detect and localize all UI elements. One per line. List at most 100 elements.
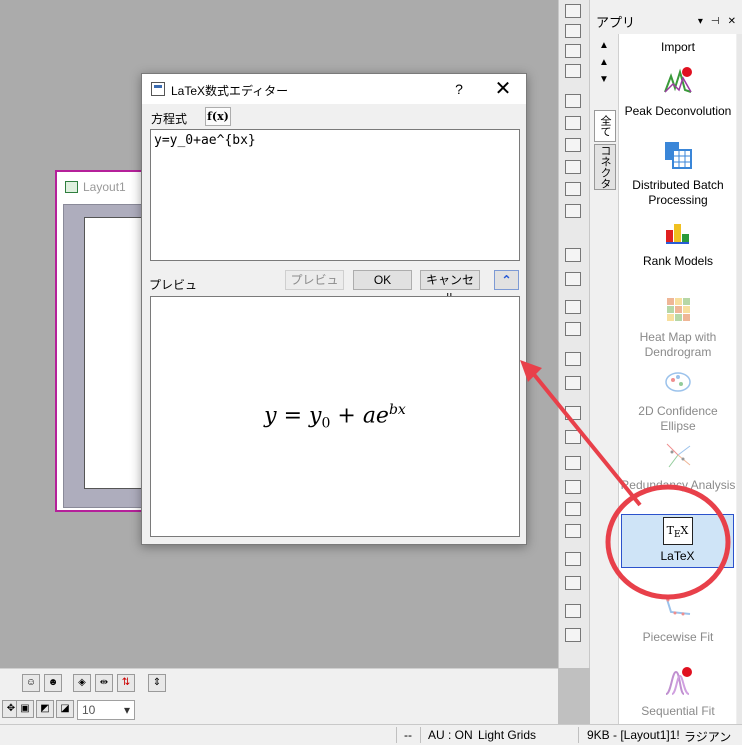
strip-icon-6[interactable]: [565, 116, 581, 130]
strip-icon-16[interactable]: [565, 376, 581, 390]
peak-deconvolution-icon: [664, 67, 692, 93]
strip-icon-5[interactable]: [565, 94, 581, 108]
dialog-title: LaTeX数式エディター: [171, 84, 289, 98]
dialog-titlebar[interactable]: LaTeX数式エディター ? ✕: [142, 74, 526, 104]
align-icon[interactable]: ⇅: [117, 674, 135, 692]
help-button[interactable]: ?: [449, 78, 469, 100]
distribute-icon[interactable]: ⇹: [95, 674, 113, 692]
function-insert-button[interactable]: f(x): [205, 107, 231, 126]
status-bar: -- AU : ON Light Grids 9KB - [Layout1]1!…: [0, 724, 742, 745]
strip-icon-19[interactable]: [565, 456, 581, 470]
strip-icon-10[interactable]: [565, 204, 581, 218]
strip-icon-3[interactable]: [565, 44, 581, 58]
strip-icon-14[interactable]: [565, 322, 581, 336]
panel-menu-icon[interactable]: ▾: [698, 16, 703, 27]
layout-window[interactable]: Layout1: [55, 170, 155, 512]
panel-close-icon[interactable]: ✕: [728, 16, 736, 27]
status-divider: [396, 727, 397, 743]
strip-icon-23[interactable]: [565, 552, 581, 566]
strip-icon-12[interactable]: [565, 272, 581, 286]
status-grid[interactable]: Light Grids: [478, 728, 536, 742]
layout-title-text: Layout1: [83, 180, 126, 194]
app-latex[interactable]: TEX LaTeX: [621, 514, 734, 568]
tab-connectors[interactable]: コネクタ: [594, 144, 616, 190]
panel-scroll-buttons: ▲ ▲ ▼: [596, 40, 612, 100]
status-auto-update[interactable]: AU : ON: [428, 728, 473, 742]
heatmap-icon: [667, 298, 690, 321]
preview-button[interactable]: プレビュー: [285, 270, 344, 305]
cancel-button[interactable]: キャンセル: [420, 270, 480, 305]
app-label: Rank Models: [642, 254, 714, 268]
app-label: Piecewise Fit: [642, 630, 714, 644]
formula-exponent: bx: [388, 402, 406, 418]
app-redundancy-analysis[interactable]: Redundancy Analysis: [619, 440, 737, 493]
status-info: 9KB - [Layout1]1!: [587, 728, 680, 742]
confidence-ellipse-icon: [665, 372, 691, 392]
toolbar-icon-2[interactable]: ☻: [44, 674, 62, 692]
apps-panel-title: アプリ: [596, 14, 636, 30]
group-icon[interactable]: ▣: [16, 700, 34, 718]
strip-icon-4[interactable]: [565, 64, 581, 78]
bottom-toolbars: ☺ ☻ ◈ ⇹ ⇅ ⇕ ✥ ▣ ◩ ◪ 10: [0, 668, 558, 724]
formula-lhs: y: [264, 403, 277, 429]
layout-page[interactable]: [84, 217, 144, 489]
app-import[interactable]: Import: [619, 40, 737, 55]
strip-icon-20[interactable]: [565, 480, 581, 494]
shield-icon[interactable]: ◈: [73, 674, 91, 692]
layout-titlebar[interactable]: Layout1: [57, 172, 153, 202]
sequential-fit-icon: [665, 667, 692, 695]
font-size-select[interactable]: 10: [77, 700, 135, 720]
formula-y: y: [309, 403, 322, 429]
app-piecewise-fit[interactable]: Piecewise Fit: [619, 592, 737, 645]
app-2d-confidence-ellipse[interactable]: 2D Confidence Ellipse: [619, 366, 737, 434]
dialog-app-icon: [151, 82, 165, 96]
panel-scrollbar[interactable]: [737, 34, 742, 724]
app-label: 2D Confidence Ellipse: [638, 404, 718, 433]
status-dashes: --: [404, 728, 412, 742]
app-distributed-batch-processing[interactable]: Distributed Batch Processing: [619, 140, 737, 208]
equation-input[interactable]: y=y_0+ae^{bx}: [150, 129, 520, 261]
strip-icon-8[interactable]: [565, 160, 581, 174]
resize-icon[interactable]: ⇕: [148, 674, 166, 692]
strip-icon-1[interactable]: [565, 4, 581, 18]
app-heat-map-dendrogram[interactable]: Heat Map with Dendrogram: [619, 292, 737, 360]
pin-icon[interactable]: ⊣: [711, 16, 720, 27]
app-peak-deconvolution[interactable]: Peak Deconvolution: [619, 66, 737, 119]
scroll-down-icon[interactable]: ▼: [596, 74, 612, 85]
toolbar-icon-1[interactable]: ☺: [22, 674, 40, 692]
strip-icon-13[interactable]: [565, 300, 581, 314]
close-button[interactable]: ✕: [485, 76, 521, 102]
strip-icon-21[interactable]: [565, 502, 581, 516]
strip-icon-24[interactable]: [565, 576, 581, 590]
strip-icon-15[interactable]: [565, 352, 581, 366]
scroll-up-icon[interactable]: ▲: [596, 40, 612, 51]
apps-panel: アプリ ▾ ⊣ ✕ ▲ ▲ ▼ 全て コネクタ Import Peak Deco…: [590, 0, 742, 724]
app-label: LaTeX: [660, 549, 695, 563]
strip-icon-22[interactable]: [565, 524, 581, 538]
status-angle-unit[interactable]: ラジアン: [684, 728, 731, 745]
front-icon[interactable]: ◩: [36, 700, 54, 718]
back-icon[interactable]: ◪: [56, 700, 74, 718]
preview-area: y = y0 + aebx: [150, 296, 520, 537]
scroll-up-icon-2[interactable]: ▲: [596, 57, 612, 68]
app-label: Peak Deconvolution: [624, 104, 732, 118]
strip-icon-18[interactable]: [565, 430, 581, 444]
app-sequential-fit[interactable]: Sequential Fit: [619, 666, 737, 719]
redundancy-analysis-icon: [666, 443, 691, 468]
strip-icon-7[interactable]: [565, 138, 581, 152]
strip-icon-9[interactable]: [565, 182, 581, 196]
ok-button[interactable]: OK: [353, 270, 412, 290]
strip-icon-2[interactable]: [565, 24, 581, 38]
app-label: Import: [660, 40, 695, 54]
strip-icon-11[interactable]: [565, 248, 581, 262]
status-divider: [420, 727, 421, 743]
strip-icon-26[interactable]: [565, 628, 581, 642]
strip-icon-25[interactable]: [565, 604, 581, 618]
strip-icon-17[interactable]: [565, 406, 581, 420]
app-rank-models[interactable]: Rank Models: [619, 216, 737, 269]
app-label: Heat Map with Dendrogram: [639, 330, 717, 359]
panel-header-controls: ▾ ⊣ ✕: [698, 10, 736, 32]
collapse-button[interactable]: ⌃: [494, 270, 519, 290]
batch-processing-icon: [665, 142, 692, 169]
tab-all[interactable]: 全て: [594, 110, 616, 142]
